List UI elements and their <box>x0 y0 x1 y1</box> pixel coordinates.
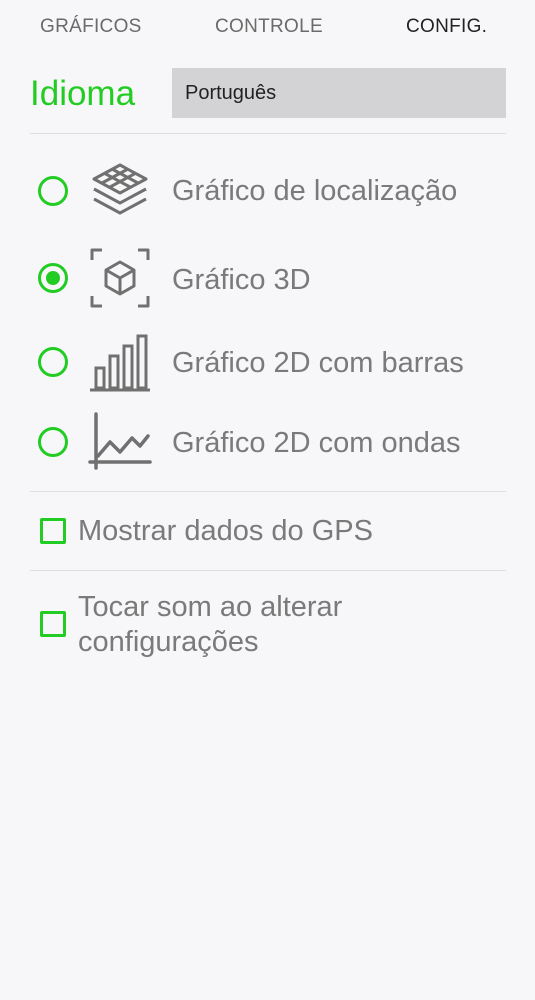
cube-3d-icon <box>90 248 150 308</box>
tab-config[interactable]: CONFIG. <box>406 16 487 38</box>
radio-location-graph[interactable] <box>38 176 68 206</box>
show-gps-option[interactable]: Mostrar dados do GPS <box>0 510 535 554</box>
bar-chart-icon <box>90 334 150 392</box>
divider <box>30 133 506 134</box>
line-chart-icon <box>88 412 152 470</box>
play-sound-option[interactable]: Tocar som ao alterar configurações <box>0 588 535 664</box>
language-select[interactable]: Português <box>172 68 506 118</box>
option-location-graph[interactable]: Gráfico de localização <box>0 156 535 226</box>
show-gps-checkbox[interactable] <box>40 518 66 544</box>
tab-graficos[interactable]: GRÁFICOS <box>40 16 142 38</box>
language-label: Idioma <box>30 74 136 113</box>
show-gps-label: Mostrar dados do GPS <box>78 515 373 547</box>
tab-bar: GRÁFICOS CONTROLE CONFIG. <box>0 0 535 56</box>
play-sound-label-line1: Tocar som ao alterar <box>78 591 343 623</box>
option-wave-graph[interactable]: Gráfico 2D com ondas <box>0 407 535 477</box>
play-sound-label: Tocar som ao alterar configurações <box>78 590 342 660</box>
play-sound-checkbox[interactable] <box>40 611 66 637</box>
layers-icon <box>92 163 148 215</box>
play-sound-label-line2: configurações <box>78 626 259 658</box>
divider <box>30 570 506 571</box>
option-label: Gráfico de localização <box>172 175 458 207</box>
divider <box>30 491 506 492</box>
option-bar-graph[interactable]: Gráfico 2D com barras <box>0 327 535 397</box>
option-label: Gráfico 3D <box>172 264 311 296</box>
radio-3d-graph[interactable] <box>38 263 68 293</box>
option-3d-graph[interactable]: Gráfico 3D <box>0 243 535 313</box>
tab-controle[interactable]: CONTROLE <box>215 16 323 38</box>
option-label: Gráfico 2D com ondas <box>172 427 461 459</box>
radio-wave-graph[interactable] <box>38 427 68 457</box>
radio-bar-graph[interactable] <box>38 347 68 377</box>
option-label: Gráfico 2D com barras <box>172 347 464 379</box>
